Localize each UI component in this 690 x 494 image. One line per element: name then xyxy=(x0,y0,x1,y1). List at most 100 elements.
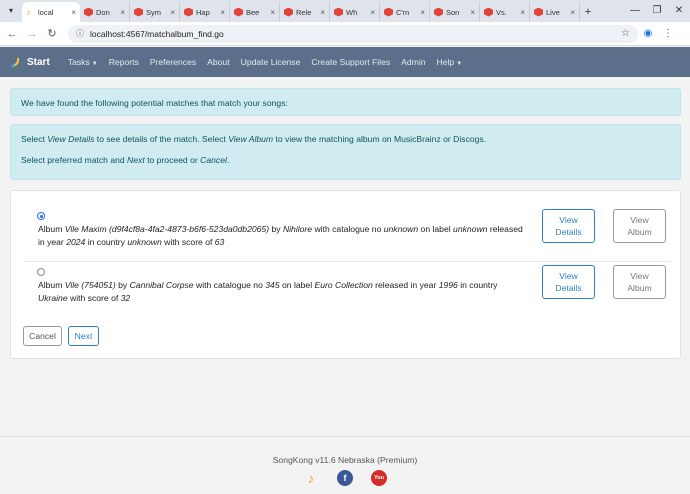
cancel-button[interactable]: Cancel xyxy=(23,326,62,346)
minimize-icon[interactable]: — xyxy=(624,0,646,22)
caret-down-icon: ▼ xyxy=(91,61,98,67)
text: to view the matching album on MusicBrain… xyxy=(273,134,487,144)
label-name: unknown xyxy=(453,224,488,234)
browser-tab[interactable]: Sym × xyxy=(130,2,180,22)
url-bar[interactable]: ⓘ localhost:4567/matchalbum_find.go ☆ xyxy=(68,24,638,43)
tab-close-icon[interactable]: × xyxy=(320,8,325,17)
nav-help[interactable]: Help ▼ xyxy=(437,57,463,67)
tab-close-icon[interactable]: × xyxy=(270,8,275,17)
nav-help-label: Help xyxy=(436,57,455,67)
nav-create-support-files[interactable]: Create Support Files xyxy=(311,57,390,67)
tab-close-icon[interactable]: × xyxy=(470,8,475,17)
match-row: Album Vile (754051) by Cannibal Corpse w… xyxy=(25,263,670,311)
browser-tab[interactable]: Bee × xyxy=(230,2,280,22)
tab-close-icon[interactable]: × xyxy=(220,8,225,17)
text: Album xyxy=(38,280,65,290)
forward-arrow-icon[interactable]: → xyxy=(24,28,40,40)
tab-title: Don xyxy=(96,7,110,17)
view-details-button[interactable]: View Details xyxy=(542,265,595,299)
browser-tab[interactable]: Vs. × xyxy=(480,2,530,22)
tab-close-icon[interactable]: × xyxy=(570,8,575,17)
tab-title: C'm xyxy=(396,7,410,17)
youtube-icon[interactable]: You xyxy=(371,470,387,486)
profile-icon[interactable]: ◉ xyxy=(638,28,658,39)
next-button[interactable]: Next xyxy=(68,326,99,346)
songkong-logo-icon xyxy=(11,57,20,68)
nav-preferences[interactable]: Preferences xyxy=(150,57,196,67)
site-info-icon[interactable]: ⓘ xyxy=(76,28,84,39)
match-description: Album Vile (754051) by Cannibal Corpse w… xyxy=(38,279,528,305)
nav-tasks-label: Tasks xyxy=(67,57,90,67)
release-year: 2024 xyxy=(66,237,86,247)
tab-title: Live xyxy=(546,7,560,17)
browser-tab[interactable]: Don × xyxy=(80,2,130,22)
browser-tab[interactable]: C'm × xyxy=(380,2,430,22)
new-tab-icon[interactable]: + xyxy=(580,2,596,22)
browser-tab-active[interactable]: ♪ local × xyxy=(22,2,80,22)
text: by xyxy=(269,224,283,234)
text: with score of xyxy=(67,293,121,303)
footer-social-links: ♪ f You xyxy=(303,470,405,486)
text: with catalogue no xyxy=(193,280,266,290)
tab-title: local xyxy=(38,7,54,17)
artist-name: Nihilore xyxy=(282,224,313,234)
menu-kebab-icon[interactable]: ⋮ xyxy=(658,28,678,39)
text: to see details of the match. Select xyxy=(94,134,229,144)
matches-found-alert: We have found the following potential ma… xyxy=(10,88,681,116)
view-album-button[interactable]: View Album xyxy=(613,265,666,299)
catalogue-no: unknown xyxy=(383,224,419,234)
musicbrainz-favicon-icon xyxy=(384,7,393,17)
catalogue-no: 345 xyxy=(265,280,280,290)
tab-search-icon[interactable]: ▾ xyxy=(4,4,18,18)
nav-tasks[interactable]: Tasks ▼ xyxy=(68,57,98,67)
browser-tab[interactable]: Live × xyxy=(530,2,580,22)
tab-close-icon[interactable]: × xyxy=(71,8,76,17)
match-row: Album Vile Maxim (d9f4cf8a-4fa2-4873-b6f… xyxy=(25,205,670,262)
text: in country xyxy=(85,237,128,247)
nav-reports[interactable]: Reports xyxy=(109,57,139,67)
view-album-button[interactable]: View Album xyxy=(613,209,666,243)
text: with catalogue no xyxy=(312,224,384,234)
songkong-note-icon[interactable]: ♪ xyxy=(303,470,319,486)
musicbrainz-favicon-icon xyxy=(434,7,443,17)
match-radio[interactable] xyxy=(37,212,45,220)
nav-about[interactable]: About xyxy=(207,57,229,67)
nav-admin[interactable]: Admin xyxy=(401,57,425,67)
text: View Album xyxy=(228,134,274,144)
bookmark-star-icon[interactable]: ☆ xyxy=(621,28,630,39)
tab-close-icon[interactable]: × xyxy=(170,8,175,17)
country: Ukraine xyxy=(38,293,68,303)
text: Details xyxy=(555,283,582,293)
tab-title: Rele xyxy=(296,7,312,17)
release-year: 1996 xyxy=(438,280,458,290)
tab-close-icon[interactable]: × xyxy=(120,8,125,17)
instructions-line-2: Select preferred match and Next to proce… xyxy=(21,155,670,166)
view-details-button[interactable]: View Details xyxy=(542,209,595,243)
brand-link[interactable]: Start xyxy=(10,56,50,68)
browser-tab[interactable]: Wh × xyxy=(330,2,380,22)
facebook-icon[interactable]: f xyxy=(337,470,353,486)
tab-close-icon[interactable]: × xyxy=(520,8,525,17)
musicbrainz-favicon-icon xyxy=(534,7,543,17)
musicbrainz-favicon-icon xyxy=(284,7,293,17)
back-arrow-icon[interactable]: ← xyxy=(4,28,20,40)
browser-tab[interactable]: Rele × xyxy=(280,2,330,22)
match-radio[interactable] xyxy=(37,268,45,276)
maximize-icon[interactable]: ❐ xyxy=(646,0,668,22)
tab-title: Vs. xyxy=(496,7,507,17)
tab-title: Sym xyxy=(146,7,161,17)
browser-toolbar: ← → ↻ ⓘ localhost:4567/matchalbum_find.g… xyxy=(0,22,690,46)
matches-found-text: We have found the following potential ma… xyxy=(21,98,288,108)
close-window-icon[interactable]: ✕ xyxy=(668,0,690,22)
text: to proceed or xyxy=(144,155,201,165)
text: Next xyxy=(127,155,145,165)
browser-tab[interactable]: Son × xyxy=(430,2,480,22)
text: Album xyxy=(38,224,65,234)
reload-icon[interactable]: ↻ xyxy=(44,27,60,40)
tab-close-icon[interactable]: × xyxy=(420,8,425,17)
browser-tab[interactable]: Hap × xyxy=(180,2,230,22)
footer-version: SongKong v11.6 Nebraska (Premium) xyxy=(272,455,418,465)
nav-update-license[interactable]: Update License xyxy=(241,57,301,67)
tab-close-icon[interactable]: × xyxy=(370,8,375,17)
text: Select preferred match and xyxy=(21,155,128,165)
